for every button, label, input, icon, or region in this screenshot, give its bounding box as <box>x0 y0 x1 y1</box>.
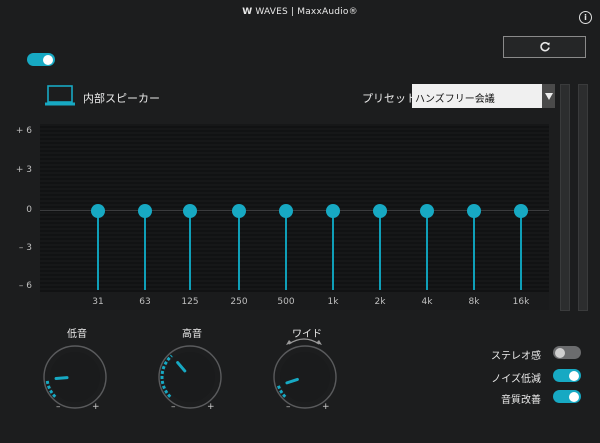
sound-improvement-toggle[interactable] <box>553 390 581 403</box>
master-enable-toggle[interactable] <box>27 53 55 66</box>
eq-band-label: 2k <box>374 297 386 307</box>
eq-y-label: 0 <box>26 205 32 215</box>
noise-reduction-toggle[interactable] <box>553 369 581 382</box>
toggle-knob <box>555 347 565 358</box>
eq-band-label: 8k <box>468 297 480 307</box>
preset-value: ハンズフリー会議 <box>415 94 495 105</box>
eq-y-label: + 6 <box>15 126 32 136</box>
eq-slider-track <box>426 211 428 290</box>
app-title: W WAVES | MaxxAudio® <box>0 7 600 17</box>
info-icon: i <box>584 13 587 22</box>
treble-label: 高音 <box>182 329 202 340</box>
eq-slider-handle[interactable] <box>183 204 197 218</box>
eq-slider-track <box>473 211 475 290</box>
toggle-knob <box>569 391 579 402</box>
eq-band-label: 1k <box>327 297 339 307</box>
eq-slider-track <box>379 211 381 290</box>
eq-band-label: 63 <box>139 297 151 307</box>
eq-slider-handle[interactable] <box>138 204 152 218</box>
eq-y-label: – 6 <box>18 281 32 291</box>
eq-slider-handle[interactable] <box>91 204 105 218</box>
eq-slider-handle[interactable] <box>326 204 340 218</box>
waves-logo-icon: W <box>242 7 253 17</box>
stereo-toggle[interactable] <box>553 346 581 359</box>
eq-slider-handle[interactable] <box>232 204 246 218</box>
bass-minus-label: – <box>56 402 61 412</box>
eq-slider-track <box>285 211 287 290</box>
treble-minus-label: – <box>171 402 176 412</box>
eq-slider-track <box>332 211 334 290</box>
sound-improvement-label: 音質改善 <box>501 395 541 406</box>
eq-slider-track <box>144 211 146 290</box>
bass-label: 低音 <box>67 329 87 340</box>
eq-slider-track <box>97 211 99 290</box>
level-meter-right <box>578 84 588 311</box>
eq-band-label: 125 <box>181 297 199 307</box>
stereo-label: ステレオ感 <box>491 351 541 362</box>
width-minus-label: – <box>286 402 291 412</box>
eq-band-label: 500 <box>277 297 295 307</box>
eq-band-label: 250 <box>230 297 248 307</box>
eq-slider-track <box>189 211 191 290</box>
toggle-knob <box>43 54 53 65</box>
eq-band-label: 4k <box>421 297 433 307</box>
app-title-text: WAVES | MaxxAudio® <box>255 7 358 17</box>
bass-plus-label: + <box>92 402 100 412</box>
eq-slider-handle[interactable] <box>467 204 481 218</box>
info-button[interactable]: i <box>579 11 592 24</box>
dropdown-button[interactable] <box>542 84 555 108</box>
laptop-icon <box>45 85 75 106</box>
eq-slider-handle[interactable] <box>373 204 387 218</box>
eq-slider-track <box>238 211 240 290</box>
toggle-knob <box>569 370 579 381</box>
eq-slider-handle[interactable] <box>420 204 434 218</box>
eq-band-label: 16k <box>512 297 530 307</box>
eq-slider-track <box>520 211 522 290</box>
eq-y-label: – 3 <box>18 243 32 253</box>
eq-slider-handle[interactable] <box>514 204 528 218</box>
triangle-down-icon <box>544 92 553 100</box>
eq-band-label: 31 <box>92 297 104 307</box>
level-meter-left <box>560 84 570 311</box>
reset-button[interactable] <box>503 36 586 58</box>
eq-y-label: + 3 <box>15 165 32 175</box>
refresh-icon <box>539 41 550 52</box>
preset-select[interactable]: ハンズフリー会議 <box>412 84 555 108</box>
width-plus-label: + <box>322 402 330 412</box>
noise-reduction-label: ノイズ低減 <box>491 374 541 385</box>
treble-plus-label: + <box>207 402 215 412</box>
preset-label: プリセット <box>362 92 417 105</box>
device-label: 内部スピーカー <box>83 92 160 105</box>
eq-slider-handle[interactable] <box>279 204 293 218</box>
